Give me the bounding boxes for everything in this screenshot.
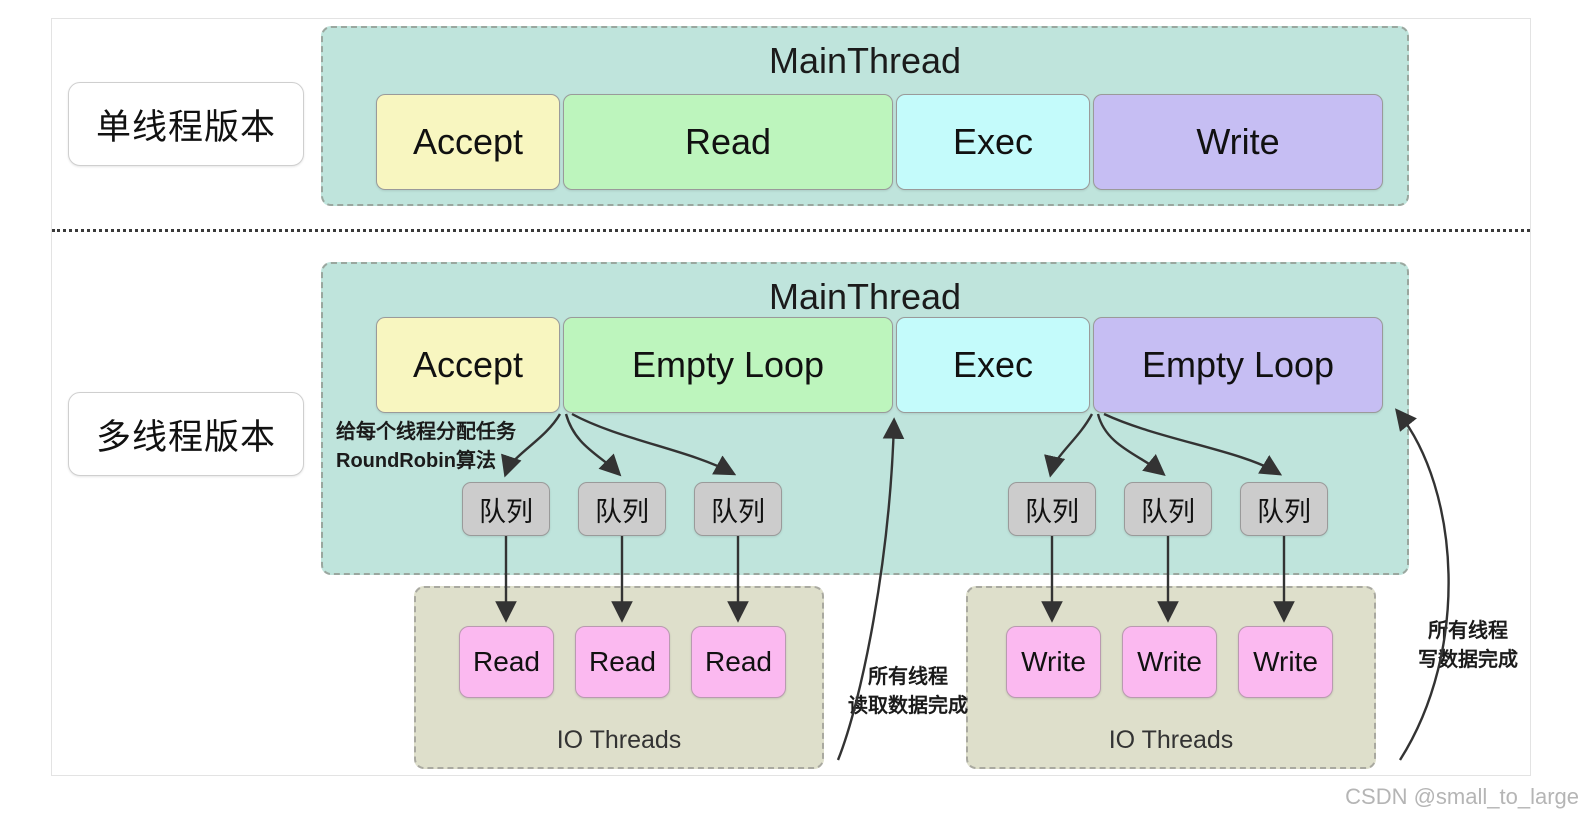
queue-box-right-2: 队列	[1124, 482, 1212, 536]
stage-box-exec-single: Exec	[896, 94, 1090, 190]
section-divider	[52, 229, 1530, 232]
annotation-write-complete-line1: 所有线程	[1428, 620, 1508, 642]
stage-box-accept-single: Accept	[376, 94, 560, 190]
stage-box-empty-loop-write-multi: Empty Loop	[1093, 317, 1383, 413]
mainthread-title-single: MainThread	[768, 40, 962, 81]
io-worker-write-1: Write	[1006, 626, 1101, 698]
annotation-write-complete: 所有线程 写数据完成	[1418, 617, 1518, 675]
annotation-read-complete-line2: 读取数据完成	[848, 695, 968, 717]
stage-box-accept-multi: Accept	[376, 317, 560, 413]
queue-box-left-3: 队列	[694, 482, 782, 536]
queue-box-left-1: 队列	[462, 482, 550, 536]
annotation-read-complete-line1: 所有线程	[868, 666, 948, 688]
single-thread-version-label: 单线程版本	[68, 82, 304, 166]
stage-box-read-single: Read	[563, 94, 893, 190]
io-threads-title-write: IO Threads	[1108, 726, 1234, 754]
io-worker-read-3: Read	[691, 626, 786, 698]
io-threads-title-read: IO Threads	[556, 726, 682, 754]
stage-box-exec-multi: Exec	[896, 317, 1090, 413]
annotation-round-robin-line2: RoundRobin算法	[336, 450, 496, 472]
watermark-text: CSDN @small_to_large	[1345, 784, 1579, 809]
annotation-round-robin: 给每个线程分配任务 RoundRobin算法	[336, 418, 516, 476]
multi-thread-version-label: 多线程版本	[68, 392, 304, 476]
annotation-write-complete-line2: 写数据完成	[1418, 649, 1518, 671]
queue-box-right-1: 队列	[1008, 482, 1096, 536]
stage-box-write-single: Write	[1093, 94, 1383, 190]
queue-box-right-3: 队列	[1240, 482, 1328, 536]
io-worker-write-3: Write	[1238, 626, 1333, 698]
annotation-read-complete: 所有线程 读取数据完成	[848, 663, 968, 721]
io-worker-read-1: Read	[459, 626, 554, 698]
io-worker-read-2: Read	[575, 626, 670, 698]
annotation-round-robin-line1: 给每个线程分配任务	[336, 421, 516, 443]
mainthread-title-multi: MainThread	[768, 276, 962, 317]
diagram-canvas: 单线程版本 MainThread Accept Read Exec Write …	[0, 0, 1593, 818]
queue-box-left-2: 队列	[578, 482, 666, 536]
io-worker-write-2: Write	[1122, 626, 1217, 698]
stage-box-empty-loop-read-multi: Empty Loop	[563, 317, 893, 413]
